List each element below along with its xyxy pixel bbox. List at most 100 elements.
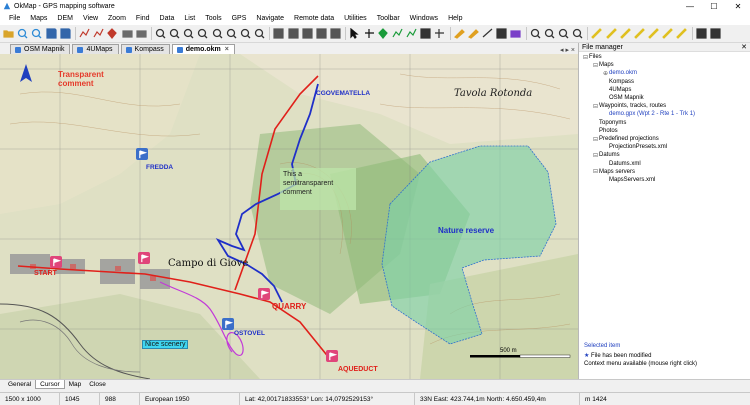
close-tab-icon[interactable]: ×	[225, 46, 229, 53]
label-nature-reserve[interactable]: Nature reserve	[438, 226, 494, 235]
track-add-icon[interactable]	[405, 27, 418, 40]
track-icon[interactable]	[92, 27, 105, 40]
tree-item[interactable]: Kompass	[603, 78, 634, 86]
menu-maps[interactable]: Maps	[25, 15, 52, 22]
waypoint-ostovel[interactable]	[222, 318, 234, 330]
menu-tools[interactable]: Tools	[200, 15, 226, 22]
layer2-icon[interactable]	[135, 27, 148, 40]
close-window-button[interactable]: ✕	[726, 0, 750, 12]
menu-remote-data[interactable]: Remote data	[289, 15, 339, 22]
bottom-tab-cursor[interactable]: Cursor	[35, 380, 65, 389]
tab-demo-okm[interactable]: demo.okm ×	[171, 44, 235, 54]
tab-scroll-arrows-icon[interactable]: ◂ ▸ ×	[560, 46, 578, 54]
label-quarry[interactable]: QUARRY	[272, 302, 306, 311]
label-ostovel[interactable]: OSTOVEL	[234, 330, 265, 337]
tree-item[interactable]: MapsServers.xml	[603, 176, 655, 184]
window-tile-icon[interactable]	[695, 27, 708, 40]
map-view[interactable]: Transparent comment CGOVEMATELLA Tavola …	[0, 54, 578, 379]
grid5-icon[interactable]	[329, 27, 342, 40]
bottom-tab-general[interactable]: General	[4, 380, 35, 389]
tree-item[interactable]: ⊟ Predefined projections	[593, 135, 659, 143]
menu-utilities[interactable]: Utilities	[339, 15, 372, 22]
grid4-icon[interactable]	[315, 27, 328, 40]
label-nice-scenery[interactable]: Nice scenery	[142, 340, 189, 349]
move-icon[interactable]	[433, 27, 446, 40]
tree-item[interactable]: ⊕ demo.okm	[603, 69, 637, 77]
tree-item[interactable]: 4UMaps	[603, 86, 631, 94]
select-icon[interactable]	[419, 27, 432, 40]
save-all-icon[interactable]	[59, 27, 72, 40]
tree-item[interactable]: OSM Mapnik	[603, 94, 644, 102]
waypoint-fredda[interactable]	[136, 148, 148, 160]
map-canvas[interactable]	[0, 54, 578, 379]
gps-receive-icon[interactable]	[557, 27, 570, 40]
label-start[interactable]: START	[34, 270, 57, 277]
menu-data[interactable]: Data	[155, 15, 180, 22]
menu-windows[interactable]: Windows	[405, 15, 443, 22]
crosshair-icon[interactable]	[363, 27, 376, 40]
edit2-icon[interactable]	[467, 27, 480, 40]
menu-zoom[interactable]: Zoom	[103, 15, 131, 22]
gps-send-icon[interactable]	[543, 27, 556, 40]
cursor-icon[interactable]	[348, 27, 361, 40]
waypoint-campo-di-giove[interactable]	[138, 252, 150, 264]
tab-osm-mapnik[interactable]: OSM Mapnik	[10, 44, 71, 54]
ruler6-icon[interactable]	[661, 27, 674, 40]
grid3-icon[interactable]	[301, 27, 314, 40]
menu-navigate[interactable]: Navigate	[251, 15, 289, 22]
zoom-1-icon[interactable]	[196, 27, 209, 40]
save-icon[interactable]	[45, 27, 58, 40]
globe-icon[interactable]	[16, 27, 29, 40]
edit-icon[interactable]	[453, 27, 466, 40]
waypoint-add-icon[interactable]	[377, 27, 390, 40]
menu-list[interactable]: List	[179, 15, 200, 22]
gps-live-icon[interactable]	[571, 27, 584, 40]
tree-item[interactable]: ⊟ Maps	[593, 61, 614, 69]
waypoint-aqueduct[interactable]	[326, 350, 338, 362]
ruler4-icon[interactable]	[633, 27, 646, 40]
menu-help[interactable]: Help	[443, 15, 467, 22]
globe2-icon[interactable]	[30, 27, 43, 40]
tree-item[interactable]: ⊟ Datums	[593, 151, 620, 159]
waypoint-icon[interactable]	[106, 27, 119, 40]
zoom-3-icon[interactable]	[225, 27, 238, 40]
tree-item[interactable]: ⊟ Maps servers	[593, 168, 635, 176]
zoom-out-icon[interactable]	[168, 27, 181, 40]
tree-item[interactable]: Toponyms	[593, 119, 626, 127]
label-cgovematella[interactable]: CGOVEMATELLA	[316, 90, 370, 97]
close-panel-icon[interactable]: ✕	[741, 43, 747, 51]
menu-dem[interactable]: DEM	[52, 15, 78, 22]
bottom-tab-close[interactable]: Close	[85, 380, 110, 389]
ruler2-icon[interactable]	[605, 27, 618, 40]
zoom-fit-icon[interactable]	[182, 27, 195, 40]
measure-icon[interactable]	[481, 27, 494, 40]
zoom-4-icon[interactable]	[239, 27, 252, 40]
label-transparent-comment[interactable]: Transparent comment	[58, 70, 104, 88]
route-icon[interactable]	[78, 27, 91, 40]
label-aqueduct[interactable]: AQUEDUCT	[338, 366, 378, 373]
open-icon[interactable]	[2, 27, 15, 40]
maximize-button[interactable]: ☐	[702, 0, 726, 12]
tree-item[interactable]: Datums.xml	[603, 160, 641, 168]
window-cascade-icon[interactable]	[709, 27, 722, 40]
layer-icon[interactable]	[121, 27, 134, 40]
tab-kompass[interactable]: Kompass	[120, 44, 170, 54]
zoom-in-icon[interactable]	[154, 27, 167, 40]
grid2-icon[interactable]	[287, 27, 300, 40]
ruler7-icon[interactable]	[675, 27, 688, 40]
tree-item[interactable]: ProjectionPresets.xml	[603, 143, 667, 151]
tree-item[interactable]: Photos	[593, 127, 618, 135]
ruler-icon[interactable]	[590, 27, 603, 40]
tree-item[interactable]: ⊟ Files	[583, 53, 602, 61]
route-add-icon[interactable]	[391, 27, 404, 40]
minimize-button[interactable]: —	[678, 0, 702, 12]
zoom-5-icon[interactable]	[253, 27, 266, 40]
menu-find[interactable]: Find	[131, 15, 155, 22]
menu-file[interactable]: File	[4, 15, 25, 22]
menu-gps[interactable]: GPS	[227, 15, 252, 22]
gps-icon[interactable]	[529, 27, 542, 40]
zoom-2-icon[interactable]	[211, 27, 224, 40]
menu-toolbar[interactable]: Toolbar	[372, 15, 405, 22]
label-fredda[interactable]: FREDDA	[146, 164, 173, 171]
tab-4umaps[interactable]: 4UMaps	[72, 44, 119, 54]
